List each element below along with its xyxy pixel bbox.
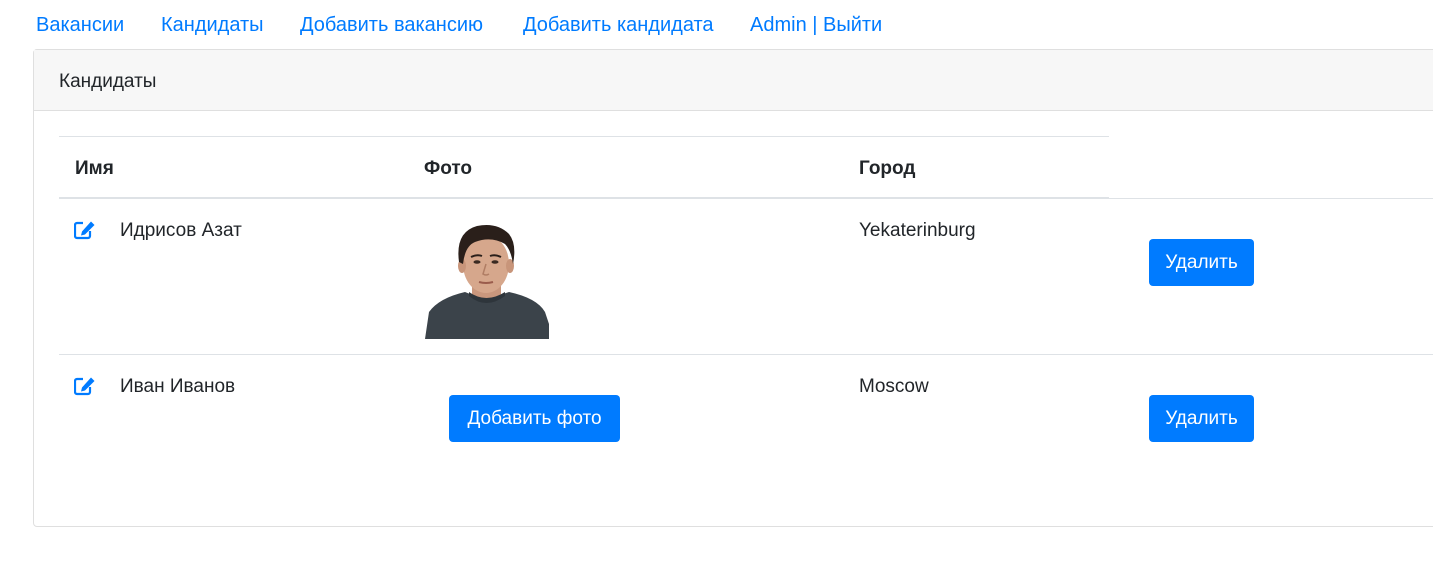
candidates-card: Кандидаты	[33, 49, 1433, 527]
row-divider	[59, 354, 1433, 355]
candidate-city: Yekaterinburg	[859, 220, 976, 241]
column-header-photo: Фото	[424, 158, 473, 179]
card-title: Кандидаты	[59, 71, 157, 92]
edit-icon[interactable]	[74, 220, 96, 240]
nav-link-add-vacancy[interactable]: Добавить вакансию	[300, 13, 483, 37]
nav-link-logout[interactable]: Admin | Выйти	[750, 13, 882, 37]
column-header-city: Город	[859, 158, 916, 179]
table-header-border	[59, 197, 1109, 199]
add-photo-button[interactable]: Добавить фото	[449, 395, 620, 442]
edit-icon[interactable]	[74, 376, 96, 396]
candidate-name: Иван Иванов	[120, 376, 236, 397]
candidate-city: Moscow	[859, 376, 929, 397]
row-divider	[1109, 198, 1433, 199]
column-header-name: Имя	[75, 158, 114, 179]
card-header: Кандидаты	[34, 50, 1433, 111]
delete-button[interactable]: Удалить	[1149, 239, 1254, 286]
candidate-photo	[425, 220, 549, 339]
nav-link-candidates[interactable]: Кандидаты	[161, 13, 264, 37]
table-top-border	[59, 136, 1109, 137]
candidate-name: Идрисов Азат	[120, 220, 242, 241]
delete-button[interactable]: Удалить	[1149, 395, 1254, 442]
nav-link-add-candidate[interactable]: Добавить кандидата	[523, 13, 714, 37]
nav-link-vacancies[interactable]: Вакансии	[36, 13, 124, 37]
top-nav: Вакансии Кандидаты Добавить вакансию Доб…	[0, 0, 1433, 49]
